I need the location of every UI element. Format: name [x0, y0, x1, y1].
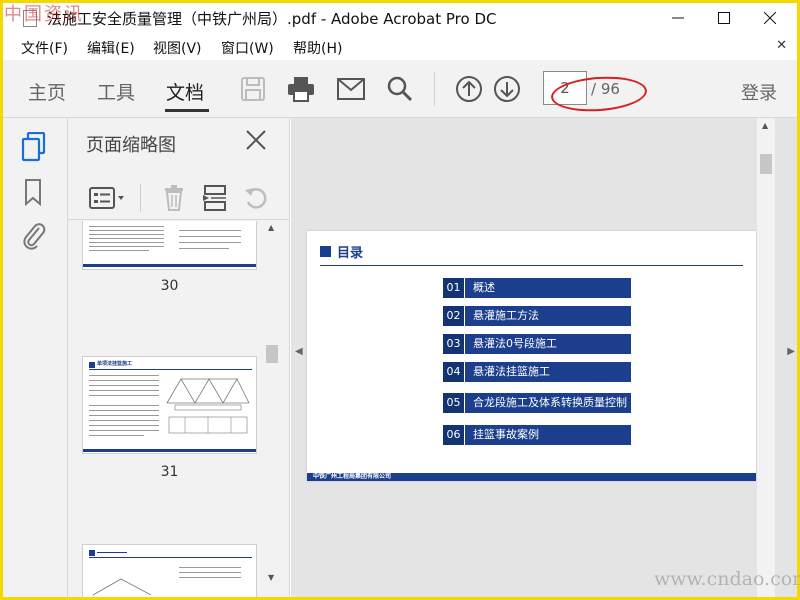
thumbnail-page-30[interactable]	[82, 221, 257, 270]
toc-item[interactable]: 05 合龙段施工及体系转换质量控制	[443, 393, 631, 413]
thumbnails-scroll-down-icon[interactable]: ▼	[268, 573, 274, 582]
login-link[interactable]: 登录	[741, 79, 777, 105]
toc-item-number: 06	[443, 425, 465, 445]
thumbnails-panel-title: 页面缩略图	[86, 135, 176, 156]
bookmarks-icon[interactable]	[21, 178, 49, 208]
collapse-left-panel-icon[interactable]: ◀	[295, 346, 303, 357]
toc-divider	[320, 265, 743, 266]
toc-item-number: 01	[443, 278, 465, 298]
toc-item[interactable]: 02 悬灌施工方法	[443, 306, 631, 326]
thumbnails-scrollbar[interactable]	[264, 221, 280, 597]
thumbnail-page-32[interactable]	[82, 544, 257, 597]
thumbnail-label-30: 30	[160, 278, 179, 294]
menu-edit[interactable]: 编辑(E)	[87, 38, 135, 58]
save-icon[interactable]	[238, 74, 268, 104]
toc-item[interactable]: 03 悬灌法0号段施工	[443, 334, 631, 354]
section-drawing	[168, 416, 248, 434]
document-scroll-up-icon[interactable]: ▲	[762, 121, 768, 130]
search-icon[interactable]	[385, 74, 415, 104]
menu-window[interactable]: 窗口(W)	[221, 38, 274, 58]
menu-view[interactable]: 视图(V)	[153, 38, 202, 58]
toc-marker	[320, 246, 331, 257]
toc-item-text: 悬灌法挂篮施工	[473, 365, 550, 378]
toc-item-number: 04	[443, 362, 465, 382]
thumbnails-scroll-up-icon[interactable]: ▲	[268, 223, 274, 232]
toc-item-number: 05	[443, 393, 465, 413]
toolbar-separator	[434, 72, 435, 106]
document-scrollbar[interactable]	[757, 118, 775, 597]
title-bar: 法施工安全质量管理（中铁广州局）.pdf - Adobe Acrobat Pro…	[3, 3, 797, 33]
previous-page-icon[interactable]	[454, 74, 484, 104]
toc-item-text: 概述	[473, 281, 495, 294]
thumbnail-31-heading: 单项法挂篮施工	[97, 361, 133, 367]
watermark-top-left: 中国资讯	[4, 4, 84, 25]
document-view: ◀ 目录 01 概述 02 悬灌施工方法 03 悬灌法0号段施工 04 悬灌法挂…	[291, 118, 797, 597]
navigation-rail	[3, 118, 68, 597]
document-scrollbar-thumb[interactable]	[760, 154, 772, 174]
toc-item-text: 悬灌施工方法	[473, 309, 539, 322]
minimize-icon	[672, 17, 684, 19]
menu-help[interactable]: 帮助(H)	[293, 38, 342, 58]
delete-page-icon[interactable]	[162, 184, 190, 212]
thumbnails-scrollbar-thumb[interactable]	[266, 345, 278, 363]
toc-item[interactable]: 04 悬灌法挂篮施工	[443, 362, 631, 382]
print-icon[interactable]	[286, 74, 316, 104]
watermark-bottom-right: www.cndao.com	[654, 568, 800, 590]
menu-bar: 文件(F) 编辑(E) 视图(V) 窗口(W) 帮助(H) ✕	[3, 34, 797, 60]
thumbnail-label-31: 31	[160, 464, 179, 480]
document-page: 目录 01 概述 02 悬灌施工方法 03 悬灌法0号段施工 04 悬灌法挂篮施…	[307, 231, 756, 481]
thumbnails-toolbar-separator	[140, 184, 141, 212]
page-footer-bar: 中铁广州工程局集团有限公司	[307, 473, 756, 481]
toc-item-number: 03	[443, 334, 465, 354]
close-window-button[interactable]	[747, 3, 793, 33]
minimize-button[interactable]	[655, 3, 701, 33]
active-tab-indicator	[165, 109, 209, 112]
page-footer-text: 中铁广州工程局集团有限公司	[313, 473, 392, 480]
options-menu-icon[interactable]	[88, 184, 124, 212]
toc-item-text: 合龙段施工及体系转换质量控制	[473, 396, 627, 409]
tab-document[interactable]: 文档	[166, 78, 204, 105]
main-toolbar: 主页 工具 文档 2 / 96 登录	[3, 60, 797, 118]
menu-file[interactable]: 文件(F)	[21, 38, 68, 58]
window-title: 法施工安全质量管理（中铁广州局）.pdf - Adobe Acrobat Pro…	[47, 10, 497, 28]
thumbnails-panel: 页面缩略图 30 单项法挂篮施工 31 ▲ ▼	[68, 118, 290, 597]
toc-item[interactable]: 06 挂篮事故案例	[443, 425, 631, 445]
tab-home[interactable]: 主页	[28, 78, 66, 105]
tab-tools[interactable]: 工具	[97, 78, 135, 105]
thumbnails-toolbar	[68, 176, 290, 220]
collapse-right-panel-icon[interactable]: ▶	[787, 346, 795, 357]
close-document-icon[interactable]: ✕	[776, 38, 787, 53]
toc-item-text: 悬灌法0号段施工	[473, 337, 557, 350]
next-page-icon[interactable]	[492, 74, 522, 104]
truss-drawing	[166, 378, 250, 411]
toc-item-text: 挂篮事故案例	[473, 428, 539, 441]
email-icon[interactable]	[336, 74, 366, 104]
thumbnail-page-31[interactable]: 单项法挂篮施工	[82, 356, 257, 454]
maximize-button[interactable]	[701, 3, 747, 33]
insert-page-icon[interactable]	[202, 184, 230, 212]
toc-title: 目录	[337, 246, 364, 261]
attachments-icon[interactable]	[21, 222, 49, 252]
close-panel-icon[interactable]	[244, 128, 270, 154]
thumbnail-32-drawing	[92, 578, 152, 596]
page-thumbnails-icon[interactable]	[21, 131, 49, 162]
close-icon	[764, 12, 776, 24]
toc-item[interactable]: 01 概述	[443, 278, 631, 298]
rotate-page-icon[interactable]	[242, 184, 270, 212]
toc-item-number: 02	[443, 306, 465, 326]
maximize-icon	[718, 12, 730, 24]
thumbnails-list: 30 单项法挂篮施工 31 ▲ ▼	[68, 221, 290, 597]
